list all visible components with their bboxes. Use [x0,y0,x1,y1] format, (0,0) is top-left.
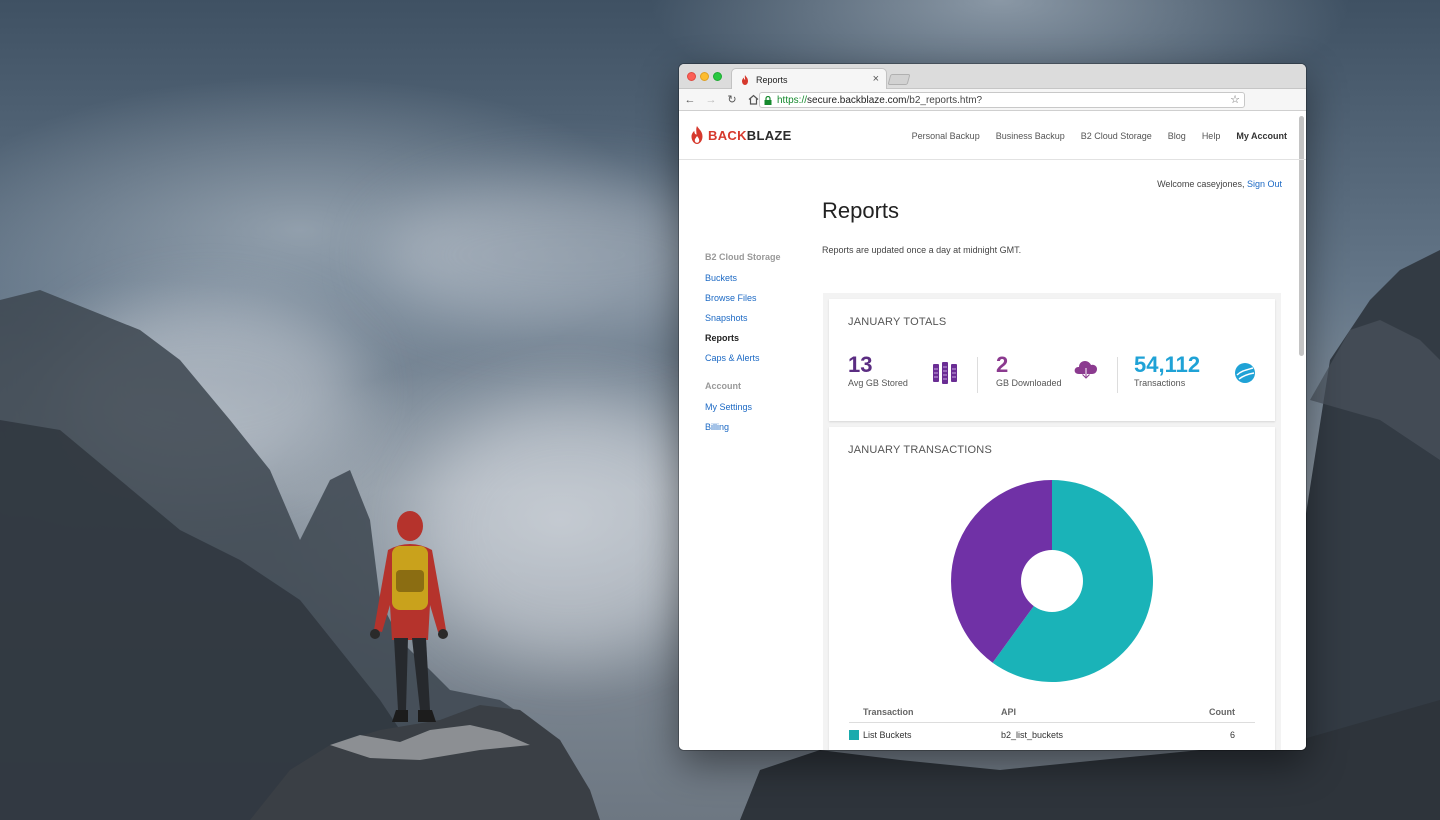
main-nav: Personal Backup Business Backup B2 Cloud… [912,131,1287,141]
tab-title: Reports [756,74,788,85]
sidebar-item-browse-files[interactable]: Browse Files [705,293,781,303]
web-page: BACKBLAZE Personal Backup Business Backu… [679,112,1306,750]
sidebar-item-snapshots[interactable]: Snapshots [705,313,781,323]
stat-gb-downloaded: 2 GB Downloaded [996,352,1062,389]
tab-close-icon[interactable]: × [873,73,879,85]
flame-logo-icon [691,126,703,144]
nav-personal-backup[interactable]: Personal Backup [912,131,980,141]
totals-title: JANUARY TOTALS [848,316,947,328]
logo-text-back: BACK [708,127,747,143]
sidebar-section-b2: B2 Cloud Storage [705,252,781,262]
nav-b2-cloud-storage[interactable]: B2 Cloud Storage [1081,131,1152,141]
nav-blog[interactable]: Blog [1168,131,1186,141]
backblaze-favicon-icon [742,74,748,85]
table-header: Transaction API Count [849,707,1255,723]
page-title: Reports [822,198,900,223]
header-api: API [1001,707,1017,717]
transactions-title: JANUARY TRANSACTIONS [848,444,992,456]
welcome-message: Welcome caseyjones, Sign Out [1157,179,1282,189]
stat-label: Transactions [1134,378,1186,388]
stat-value: 54,112 [1134,352,1201,377]
url-scheme: https:// [777,94,808,106]
site-header: BACKBLAZE Personal Backup Business Backu… [679,112,1306,160]
back-arrow-icon[interactable]: ← [680,90,700,110]
pie-chart-svg [951,480,1153,682]
page-subtitle: Reports are updated once a day at midnig… [822,245,1022,255]
close-window-button[interactable] [687,72,696,81]
stat-label: GB Downloaded [996,378,1062,388]
address-bar[interactable]: https://secure.backblaze.com/b2_reports.… [759,92,1245,108]
nav-help[interactable]: Help [1202,131,1221,141]
sidebar-item-reports[interactable]: Reports [705,333,781,343]
donut-hole [1021,550,1083,612]
browser-toolbar: ← → ↻ https://secure.backblaze.com/b2_re… [679,89,1306,111]
zoom-window-button[interactable] [713,72,722,81]
reports-content: JANUARY TOTALS 13 Avg GB Stored 2 GB Dow… [823,293,1281,750]
nav-my-account[interactable]: My Account [1236,131,1287,141]
transactions-card: JANUARY TRANSACTIONS Transaction API Cou… [829,427,1275,750]
header-transaction: Transaction [863,707,914,717]
transactions-pie-chart [950,479,1154,688]
stat-divider [977,357,978,393]
stat-divider [1117,357,1118,393]
header-count: Count [1209,707,1235,717]
stat-value: 2 [996,352,1009,377]
browser-tab-reports[interactable]: Reports × [731,68,887,90]
stat-avg-gb-stored: 13 Avg GB Stored [848,352,908,389]
minimize-window-button[interactable] [700,72,709,81]
url-domain: secure.backblaze.com [807,94,907,106]
tab-bar: Reports × [679,64,1306,90]
row-transaction-name: List Buckets [863,730,912,740]
sidebar-item-buckets[interactable]: Buckets [705,273,781,283]
stat-value: 13 [848,352,873,377]
new-tab-button[interactable] [887,74,911,85]
sidebar-item-billing[interactable]: Billing [705,422,781,432]
sidebar: B2 Cloud Storage Buckets Browse Files Sn… [705,252,781,442]
stat-label: Avg GB Stored [848,378,908,388]
backblaze-logo[interactable]: BACKBLAZE [690,126,792,144]
logo-text-blaze: BLAZE [746,127,792,143]
sign-out-link[interactable]: Sign Out [1247,179,1282,189]
url-path: /b2_reports.htm? [906,94,983,106]
sidebar-section-account: Account [705,381,741,391]
sidebar-item-caps-alerts[interactable]: Caps & Alerts [705,353,781,363]
hiker-figure [370,511,448,722]
row-api: b2_list_buckets [1001,730,1064,740]
reload-icon[interactable]: ↻ [722,90,742,110]
welcome-text: Welcome caseyjones, [1157,179,1245,189]
browser-window: Reports × ← → ↻ https://secure.backblaze… [679,64,1306,750]
stat-transactions: 54,112 Transactions [1134,352,1201,389]
sidebar-item-my-settings[interactable]: My Settings [705,402,781,412]
legend-swatch [849,730,859,740]
cloud-download-icon [1074,361,1097,380]
lock-icon [764,95,772,105]
table-row[interactable]: List Buckets b2_list_buckets 6 [849,723,1255,740]
forward-arrow-icon[interactable]: → [701,90,721,110]
transactions-table: Transaction API Count List Buckets b2_li… [849,707,1255,740]
nav-business-backup[interactable]: Business Backup [996,131,1065,141]
totals-card: JANUARY TOTALS 13 Avg GB Stored 2 GB Dow… [829,299,1275,421]
row-count: 6 [1229,730,1235,740]
globe-transactions-icon [1235,363,1255,383]
bookmark-star-icon[interactable]: ☆ [1230,93,1240,106]
storage-servers-icon [933,362,957,384]
